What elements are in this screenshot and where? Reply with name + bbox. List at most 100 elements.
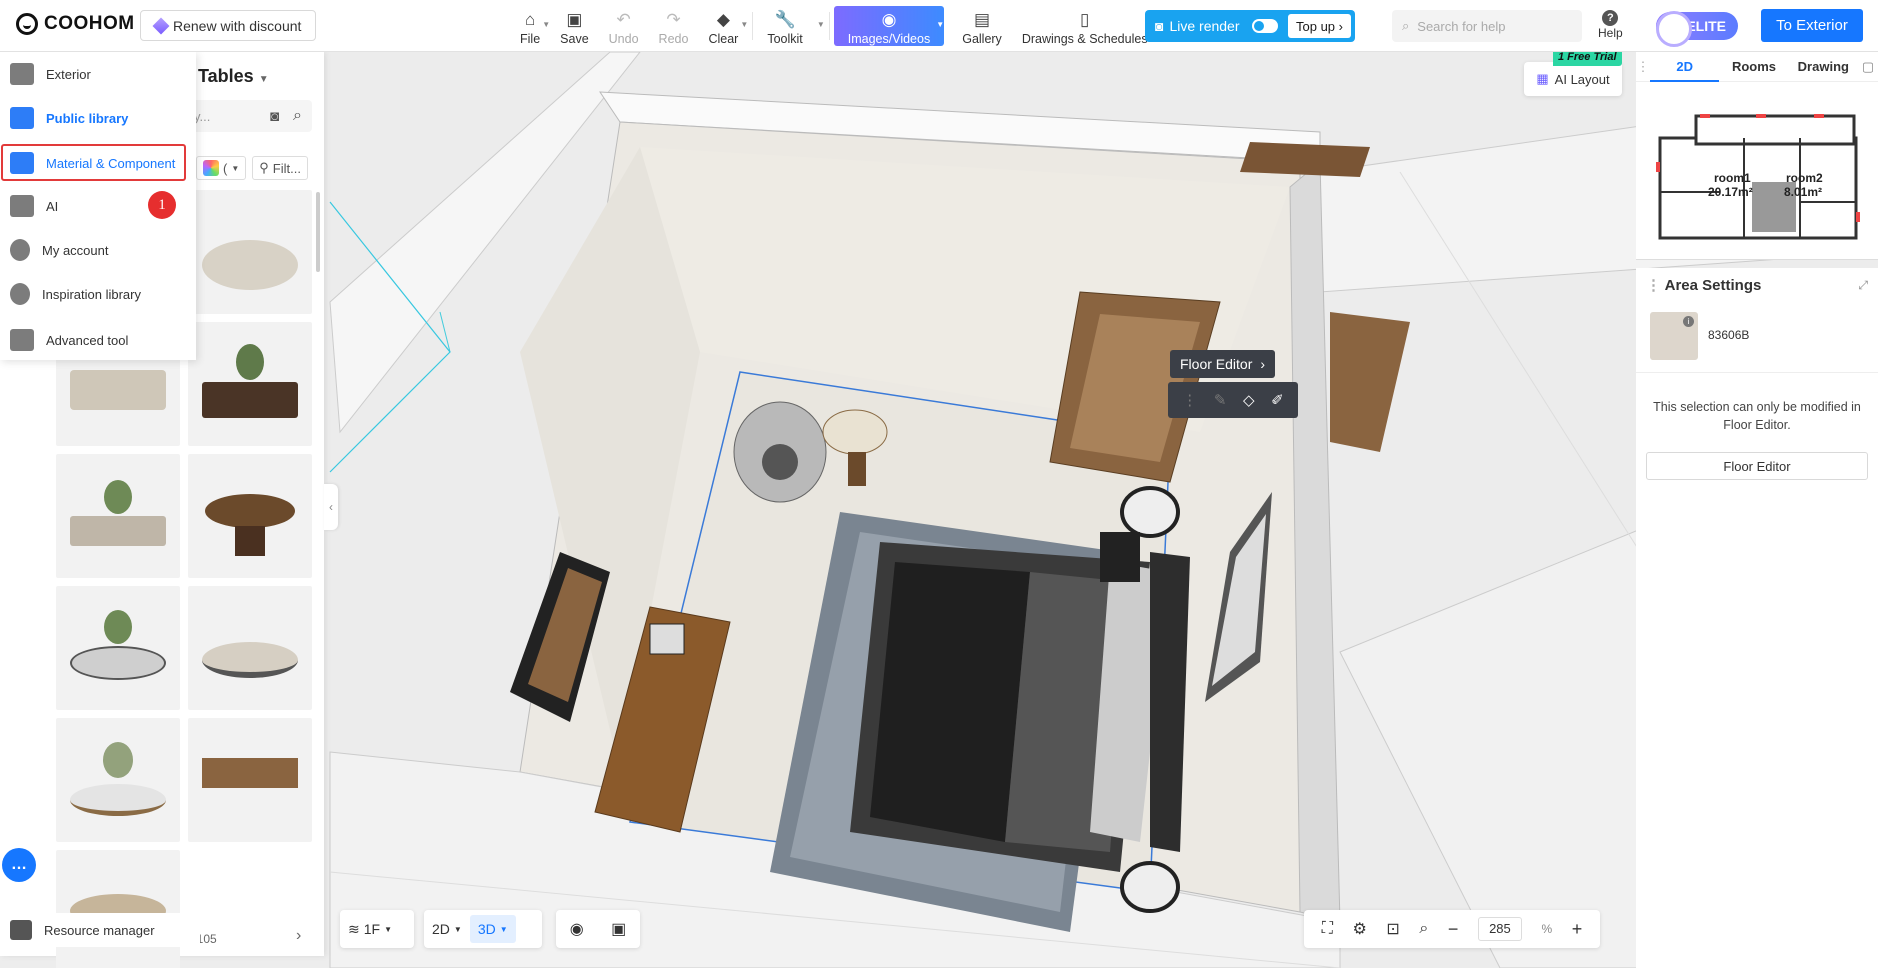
menu-item-material-component[interactable]: Material & Component: [0, 143, 196, 183]
ai-layout-button[interactable]: ▦ AI Layout: [1524, 62, 1622, 96]
to-exterior-label: To Exterior: [1776, 17, 1848, 34]
floor-plan-map[interactable]: room1 20.17m² room2 8.01m²: [1636, 82, 1878, 260]
view-3d-label: 3D: [477, 921, 496, 937]
tab-drawing[interactable]: Drawing: [1789, 52, 1858, 82]
resource-manager-button[interactable]: Resource manager: [0, 913, 200, 947]
table-image: [202, 758, 298, 788]
camera-search-icon[interactable]: ◙: [270, 108, 279, 125]
product-thumbnail[interactable]: [188, 454, 312, 578]
product-thumbnail[interactable]: [56, 718, 180, 842]
area-settings-title: ⋮ Area Settings: [1646, 276, 1761, 294]
table-image: [205, 494, 295, 528]
renew-with-discount-button[interactable]: Renew with discount: [140, 10, 317, 41]
zoom-input[interactable]: 285: [1477, 917, 1522, 941]
product-thumbnail[interactable]: [56, 850, 180, 968]
toolkit-menu[interactable]: 🔧 Toolkit ▼: [757, 6, 824, 46]
menu-item-public-library[interactable]: Public library: [0, 98, 196, 138]
pencil-icon[interactable]: ✎: [1214, 391, 1227, 409]
top-up-button[interactable]: Top up ›: [1288, 14, 1351, 38]
plant-image: [104, 610, 132, 644]
view-controls: ≋ 1F ▼: [340, 910, 414, 948]
images-videos-menu[interactable]: ◉ Images/Videos ▼: [833, 6, 945, 46]
drag-handle-icon[interactable]: ⋮: [1646, 277, 1661, 294]
material-swatch[interactable]: i: [1650, 312, 1698, 360]
search-icon[interactable]: ⌕: [293, 107, 302, 125]
table-base-image: [235, 526, 265, 556]
zoom-fit-icon[interactable]: ⌕: [1419, 920, 1428, 938]
elite-badge[interactable]: ELITE: [1656, 11, 1738, 47]
collapse-panel-button[interactable]: ‹: [324, 484, 338, 530]
plant-image: [103, 742, 133, 778]
menu-item-label: AI: [46, 198, 59, 214]
save-button[interactable]: ▣ Save: [550, 6, 599, 46]
table-image: [202, 382, 298, 418]
menu-item-exterior[interactable]: Exterior: [0, 54, 196, 94]
product-thumbnail[interactable]: [188, 190, 312, 314]
save-label: Save: [560, 32, 589, 46]
category-title[interactable]: Tables ▼: [198, 66, 269, 87]
product-thumbnail[interactable]: [188, 322, 312, 446]
clear-button[interactable]: ◆ Clear ▼: [698, 6, 748, 46]
live-render-toggle[interactable]: [1251, 19, 1278, 33]
gallery-button[interactable]: ▤ Gallery: [952, 6, 1012, 46]
live-render-bar: ◙ Live render Top up ›: [1145, 10, 1355, 42]
eye-icon[interactable]: ◉: [570, 919, 584, 939]
drag-handle-icon[interactable]: ⋮: [1182, 391, 1197, 409]
chat-support-icon[interactable]: …: [2, 848, 36, 882]
minimap-tabs: ⋮ 2D Rooms Drawing ▢: [1636, 52, 1878, 82]
menu-item-my-account[interactable]: My account: [0, 230, 196, 270]
camera-settings-icon[interactable]: ⚙: [1353, 919, 1367, 939]
expand-icon[interactable]: ⤢: [1858, 278, 1868, 293]
plant-image: [104, 480, 132, 514]
menu-item-label: Inspiration library: [42, 286, 141, 302]
area-settings-message: This selection can only be modified in F…: [1653, 400, 1861, 432]
help-label: Help: [1598, 26, 1623, 40]
menu-item-advanced-tool[interactable]: Advanced tool: [0, 320, 196, 360]
zoom-in-icon[interactable]: +: [1572, 919, 1583, 940]
brush-icon[interactable]: ✐: [1271, 391, 1284, 409]
floor-editor-button[interactable]: Floor Editor: [1646, 452, 1868, 480]
product-thumbnail[interactable]: [56, 454, 180, 578]
fit-view-icon[interactable]: ⛶: [1322, 920, 1333, 938]
view-2d-label: 2D: [432, 921, 450, 937]
document-icon: ▯: [1080, 10, 1090, 29]
eraser-icon[interactable]: ◇: [1243, 391, 1255, 409]
help-button[interactable]: ? Help: [1598, 10, 1623, 40]
undo-icon: ↶: [616, 10, 631, 29]
menu-item-inspiration-library[interactable]: Inspiration library: [0, 274, 196, 314]
help-search-input[interactable]: ⌕ Search for help: [1392, 10, 1582, 42]
view-2d-button[interactable]: 2D ▼: [424, 915, 470, 943]
floor-editor-tooltip[interactable]: Floor Editor ›: [1170, 350, 1276, 378]
floor-selector[interactable]: ≋ 1F ▼: [340, 915, 400, 943]
table-image: [70, 784, 166, 816]
product-thumbnail[interactable]: [56, 586, 180, 710]
to-exterior-button[interactable]: To Exterior: [1761, 9, 1863, 42]
drag-handle-icon[interactable]: ⋮: [1636, 59, 1650, 75]
view-3d-button[interactable]: 3D ▼: [469, 915, 516, 943]
info-icon[interactable]: i: [1683, 316, 1694, 327]
table-image: [202, 240, 298, 290]
redo-button[interactable]: ↷ Redo: [649, 6, 699, 46]
next-page-icon[interactable]: ›: [296, 927, 301, 945]
top-up-label: Top up: [1296, 18, 1336, 34]
floor-label: 1F: [363, 921, 381, 937]
menu-item-label: My account: [42, 242, 109, 258]
undo-button[interactable]: ↶ Undo: [599, 6, 649, 46]
expand-icon[interactable]: ▢: [1858, 59, 1878, 75]
chevron-right-icon: ›: [1260, 356, 1266, 372]
file-label: File: [520, 32, 541, 46]
main-tools: ⌂ File ▼ ▣ Save ↶ Undo ↷ Redo ◆ Clear ▼ …: [510, 6, 1168, 46]
zoom-out-icon[interactable]: −: [1448, 919, 1459, 940]
tab-2d[interactable]: 2D: [1650, 52, 1720, 82]
focus-icon[interactable]: ⊡: [1386, 919, 1399, 939]
filter-button[interactable]: ⚲ Filt...: [252, 156, 308, 180]
product-thumbnail[interactable]: [188, 718, 312, 842]
file-menu[interactable]: ⌂ File ▼: [510, 6, 550, 46]
renew-label: Renew with discount: [173, 17, 302, 34]
product-thumbnail[interactable]: [188, 586, 312, 710]
color-filter[interactable]: ( ▼: [196, 156, 247, 180]
cube-icon[interactable]: ▣: [611, 919, 626, 939]
coohom-logo[interactable]: COOHOM: [16, 13, 135, 35]
tab-rooms[interactable]: Rooms: [1719, 52, 1788, 82]
catalog-scrollbar[interactable]: [316, 192, 320, 272]
